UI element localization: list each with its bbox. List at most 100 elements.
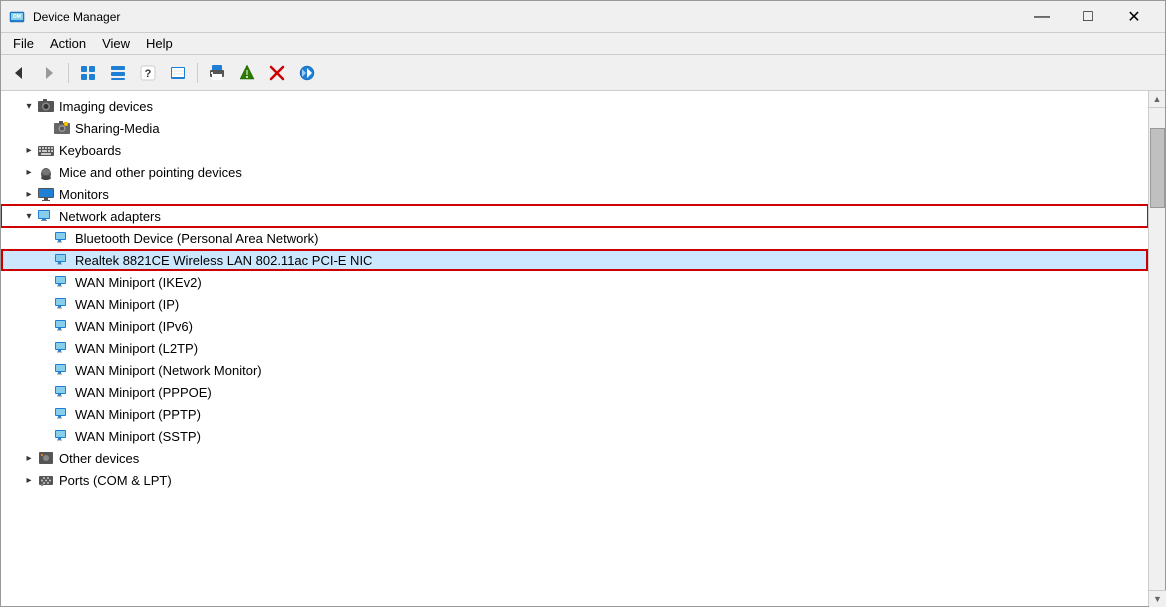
wan-l2tp-icon — [53, 339, 71, 357]
expand-icon-wan-sstp — [37, 428, 53, 444]
expand-icon-keyboards: ▸ — [21, 142, 37, 158]
scan-icon — [238, 64, 256, 82]
wan-pppoe-icon — [53, 383, 71, 401]
toolbar: ? — [1, 55, 1165, 91]
tree-item-wan-nm[interactable]: WAN Miniport (Network Monitor) — [1, 359, 1148, 381]
scrollbar[interactable]: ▲ ▼ — [1148, 91, 1165, 606]
scroll-up-button[interactable]: ▲ — [1149, 91, 1166, 108]
menu-view[interactable]: View — [94, 34, 138, 53]
maximize-button[interactable]: □ — [1065, 1, 1111, 33]
expand-icon-monitors: ▸ — [21, 186, 37, 202]
realtek-label: Realtek 8821CE Wireless LAN 802.11ac PCI… — [75, 253, 372, 268]
tree-item-wan-ip[interactable]: WAN Miniport (IP) — [1, 293, 1148, 315]
tree-item-mice[interactable]: ▸ Mice and other pointing devices — [1, 161, 1148, 183]
list-connection-button[interactable] — [104, 59, 132, 87]
resources-button[interactable] — [164, 59, 192, 87]
bluetooth-icon — [53, 229, 71, 247]
expand-icon-bluetooth — [37, 230, 53, 246]
tree-item-bluetooth[interactable]: Bluetooth Device (Personal Area Network) — [1, 227, 1148, 249]
help-button[interactable]: ? — [134, 59, 162, 87]
scroll-up-icon: ▲ — [1153, 94, 1162, 104]
title-bar-icon: DM — [9, 9, 25, 25]
title-bar-controls: — □ ✕ — [1019, 1, 1157, 33]
tree-item-wan-sstp[interactable]: WAN Miniport (SSTP) — [1, 425, 1148, 447]
collapse-icon-network: ▾ — [21, 208, 37, 224]
wan-ikev2-icon — [53, 273, 71, 291]
minimize-button[interactable]: — — [1019, 1, 1065, 33]
wan-nm-label: WAN Miniport (Network Monitor) — [75, 363, 262, 378]
imaging-devices-label: Imaging devices — [59, 99, 153, 114]
back-button[interactable] — [5, 59, 33, 87]
realtek-icon — [53, 251, 71, 269]
network-adapters-icon — [37, 207, 55, 225]
scrollbar-thumb[interactable] — [1150, 128, 1165, 208]
tree-item-other-devices[interactable]: ▸ Other devices — [1, 447, 1148, 469]
tree-item-network-adapters[interactable]: ▾ Network adapters — [1, 205, 1148, 227]
scan-button[interactable] — [233, 59, 261, 87]
sharing-media-label: Sharing-Media — [75, 121, 160, 136]
tree-item-realtek[interactable]: Realtek 8821CE Wireless LAN 802.11ac PCI… — [1, 249, 1148, 271]
expand-icon-wan-nm — [37, 362, 53, 378]
tree-item-wan-ikev2[interactable]: WAN Miniport (IKEv2) — [1, 271, 1148, 293]
menu-help[interactable]: Help — [138, 34, 181, 53]
back-icon — [10, 64, 28, 82]
bluetooth-label: Bluetooth Device (Personal Area Network) — [75, 231, 319, 246]
wan-ip-label: WAN Miniport (IP) — [75, 297, 179, 312]
menu-bar: File Action View Help — [1, 33, 1165, 55]
menu-file[interactable]: File — [5, 34, 42, 53]
device-tree[interactable]: ▾ Imaging devices — [1, 91, 1148, 606]
show-devices-button[interactable] — [74, 59, 102, 87]
monitors-icon — [37, 185, 55, 203]
show-devices-icon — [79, 64, 97, 82]
mice-label: Mice and other pointing devices — [59, 165, 242, 180]
tree-item-wan-pppoe[interactable]: WAN Miniport (PPPOE) — [1, 381, 1148, 403]
forward-button[interactable] — [35, 59, 63, 87]
help-icon: ? — [139, 64, 157, 82]
tree-item-keyboards[interactable]: ▸ Keyboar — [1, 139, 1148, 161]
wan-nm-icon — [53, 361, 71, 379]
wan-l2tp-label: WAN Miniport (L2TP) — [75, 341, 198, 356]
other-devices-icon — [37, 449, 55, 467]
main-content: ▾ Imaging devices — [1, 91, 1165, 606]
remove-device-icon — [268, 64, 286, 82]
tree-item-sharing-media[interactable]: Sharing-Media — [1, 117, 1148, 139]
scroll-down-icon: ▼ — [1153, 594, 1162, 604]
keyboards-icon — [37, 141, 55, 159]
forward-icon — [40, 64, 58, 82]
keyboards-label: Keyboards — [59, 143, 121, 158]
close-button[interactable]: ✕ — [1111, 1, 1157, 33]
menu-action[interactable]: Action — [42, 34, 94, 53]
scroll-down-button[interactable]: ▼ — [1149, 590, 1165, 606]
network-adapters-label: Network adapters — [59, 209, 161, 224]
tree-item-wan-pptp[interactable]: WAN Miniport (PPTP) — [1, 403, 1148, 425]
expand-icon-wan-pptp — [37, 406, 53, 422]
print-icon — [208, 64, 226, 82]
print-button[interactable] — [203, 59, 231, 87]
toolbar-separator-2 — [197, 63, 198, 83]
monitors-label: Monitors — [59, 187, 109, 202]
expand-icon-ports: ▸ — [21, 472, 37, 488]
remove-device-button[interactable] — [263, 59, 291, 87]
wan-ipv6-label: WAN Miniport (IPv6) — [75, 319, 193, 334]
tree-item-ports[interactable]: ▸ Ports (COM & LPT) — [1, 469, 1148, 491]
resources-icon — [169, 64, 187, 82]
expand-icon-mice: ▸ — [21, 164, 37, 180]
device-manager-window: DM Device Manager — □ ✕ File Action View… — [0, 0, 1166, 607]
tree-item-wan-ipv6[interactable]: WAN Miniport (IPv6) — [1, 315, 1148, 337]
wan-pptp-icon — [53, 405, 71, 423]
update-driver-icon — [298, 64, 316, 82]
title-bar-title: Device Manager — [33, 10, 1019, 24]
other-devices-label: Other devices — [59, 451, 139, 466]
ports-icon — [37, 471, 55, 489]
svg-text:DM: DM — [13, 14, 21, 20]
svg-text:?: ? — [145, 68, 152, 80]
expand-icon-wan-pppoe — [37, 384, 53, 400]
ports-label: Ports (COM & LPT) — [59, 473, 172, 488]
mice-icon — [37, 163, 55, 181]
toolbar-separator-1 — [68, 63, 69, 83]
tree-item-monitors[interactable]: ▸ Monitors — [1, 183, 1148, 205]
update-driver-button[interactable] — [293, 59, 321, 87]
wan-pppoe-label: WAN Miniport (PPPOE) — [75, 385, 212, 400]
tree-item-wan-l2tp[interactable]: WAN Miniport (L2TP) — [1, 337, 1148, 359]
tree-item-imaging-devices[interactable]: ▾ Imaging devices — [1, 95, 1148, 117]
